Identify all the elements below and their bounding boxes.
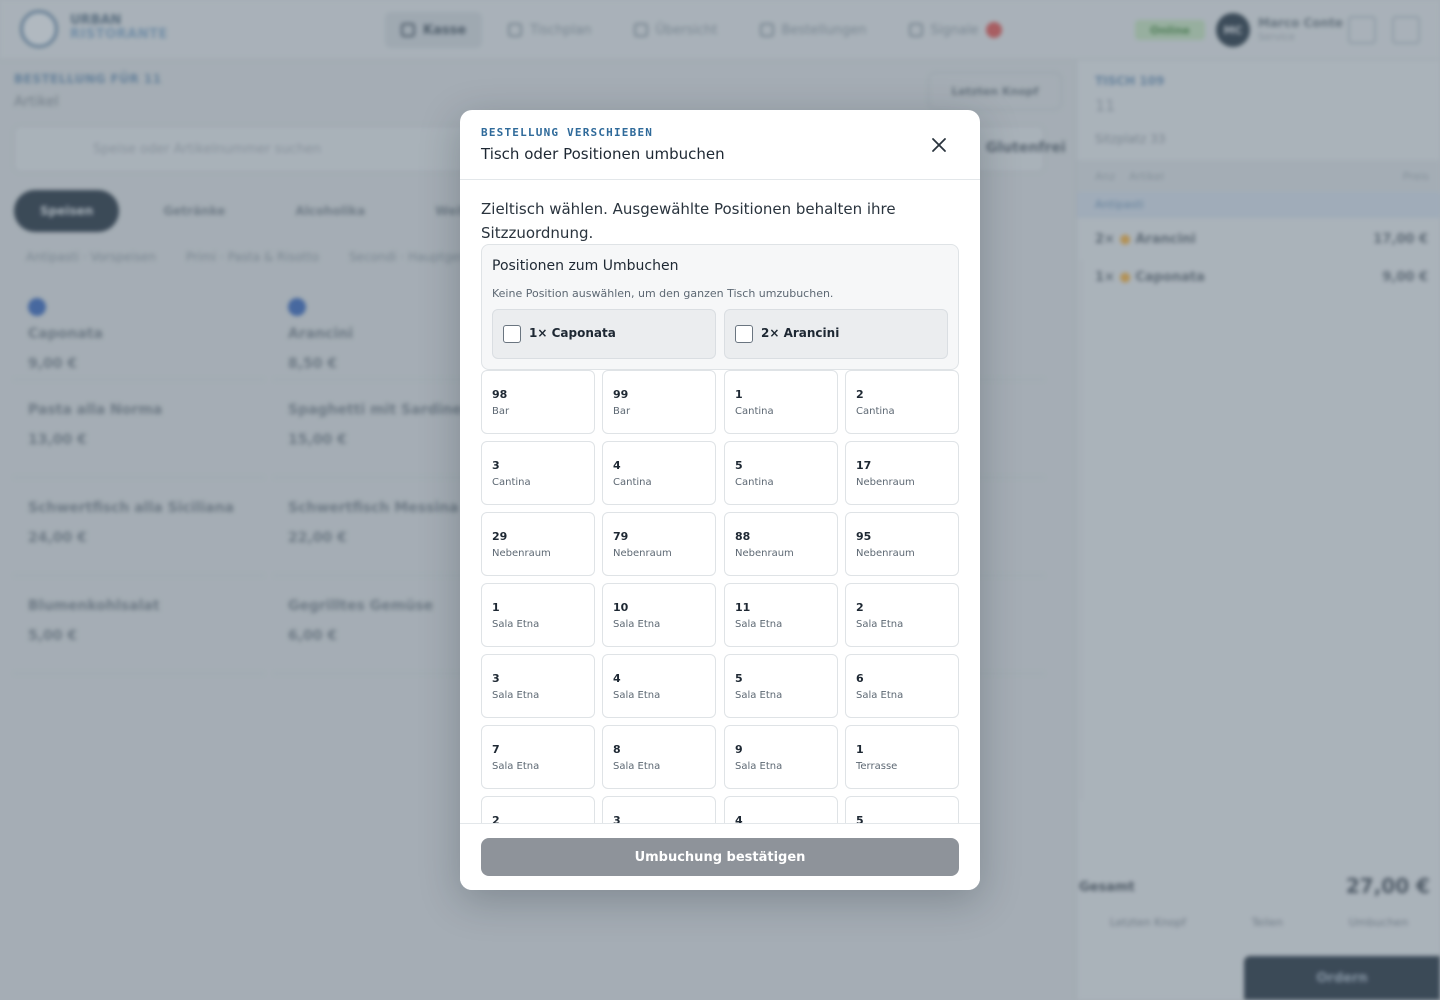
table-option[interactable]: 5 Cantina xyxy=(724,441,838,505)
dialog-title: Tisch oder Positionen umbuchen xyxy=(481,145,725,163)
table-number: 5 xyxy=(856,814,864,823)
position-label: 1× Caponata xyxy=(529,326,616,340)
table-option[interactable]: 8 Sala Etna xyxy=(602,725,716,789)
positions-panel: Positionen zum Umbuchen Keine Position a… xyxy=(481,244,959,370)
table-room: Sala Etna xyxy=(492,761,540,772)
table-number: 8 xyxy=(613,743,621,756)
table-number: 5 xyxy=(735,672,743,685)
table-option[interactable]: 1 Cantina xyxy=(724,370,838,434)
checkbox[interactable] xyxy=(503,325,521,343)
positions-title: Positionen zum Umbuchen xyxy=(492,258,679,274)
table-option[interactable]: 3 Cantina xyxy=(481,441,595,505)
table-option[interactable]: 4 Cantina xyxy=(602,441,716,505)
table-room: Cantina xyxy=(735,477,774,488)
table-number: 4 xyxy=(613,459,621,472)
confirm-transfer-button[interactable]: Umbuchung bestätigen xyxy=(481,838,959,876)
table-room: Nebenraum xyxy=(613,548,672,559)
table-room: Nebenraum xyxy=(735,548,794,559)
table-option[interactable]: 2 Sala Etna xyxy=(845,583,959,647)
close-icon xyxy=(932,138,946,152)
table-option[interactable]: 10 Sala Etna xyxy=(602,583,716,647)
table-room: Bar xyxy=(613,406,631,417)
table-option[interactable]: 2Terrasse xyxy=(481,796,595,823)
table-room: Sala Etna xyxy=(492,690,540,701)
table-number: 17 xyxy=(856,459,872,472)
table-room: Nebenraum xyxy=(856,548,915,559)
table-number: 79 xyxy=(613,530,629,543)
table-number: 98 xyxy=(492,388,508,401)
table-option[interactable]: 3Terrasse xyxy=(602,796,716,823)
table-option[interactable]: 3 Sala Etna xyxy=(481,654,595,718)
table-room: Sala Etna xyxy=(856,690,904,701)
dialog-intro: Zieltisch wählen. Ausgewählte Positionen… xyxy=(481,200,896,242)
table-number: 5 xyxy=(735,459,743,472)
table-room: Sala Etna xyxy=(735,690,783,701)
table-room: Cantina xyxy=(856,406,895,417)
table-number: 6 xyxy=(856,672,864,685)
dialog-header: BESTELLUNG VERSCHIEBEN Tisch oder Positi… xyxy=(460,110,980,180)
table-number: 1 xyxy=(492,601,500,614)
table-option[interactable]: 95 Nebenraum xyxy=(845,512,959,576)
table-room: Nebenraum xyxy=(856,477,915,488)
table-option[interactable]: 4Terrasse xyxy=(724,796,838,823)
table-option[interactable]: 2 Cantina xyxy=(845,370,959,434)
table-room: Terrasse xyxy=(856,761,898,772)
table-room: Sala Etna xyxy=(492,619,540,630)
table-room: Sala Etna xyxy=(856,619,904,630)
table-room: Nebenraum xyxy=(492,548,551,559)
table-room: Bar xyxy=(492,406,510,417)
position-label: 2× Arancini xyxy=(761,326,840,340)
table-option[interactable]: 5 Sala Etna xyxy=(724,654,838,718)
table-room: Sala Etna xyxy=(735,619,783,630)
table-room: Cantina xyxy=(735,406,774,417)
table-number: 11 xyxy=(735,601,751,614)
table-room: Sala Etna xyxy=(735,761,783,772)
table-number: 9 xyxy=(735,743,743,756)
table-option[interactable]: 4 Sala Etna xyxy=(602,654,716,718)
table-number: 3 xyxy=(613,814,621,823)
table-number: 4 xyxy=(735,814,743,823)
table-room: Cantina xyxy=(613,477,652,488)
table-option[interactable]: 1 Terrasse xyxy=(845,725,959,789)
table-room: Cantina xyxy=(492,477,531,488)
position-option-arancini[interactable]: 2× Arancini xyxy=(724,309,948,359)
table-number: 88 xyxy=(735,530,751,543)
table-room: Sala Etna xyxy=(613,690,661,701)
table-option[interactable]: 88 Nebenraum xyxy=(724,512,838,576)
table-number: 29 xyxy=(492,530,508,543)
table-option[interactable]: 29 Nebenraum xyxy=(481,512,595,576)
table-number: 10 xyxy=(613,601,629,614)
dialog-footer: Umbuchung bestätigen xyxy=(460,823,980,890)
table-number: 3 xyxy=(492,459,500,472)
table-option[interactable]: 6 Sala Etna xyxy=(845,654,959,718)
close-button[interactable] xyxy=(926,132,952,158)
dialog-body[interactable]: Zieltisch wählen. Ausgewählte Positionen… xyxy=(460,181,980,823)
table-room: Sala Etna xyxy=(613,761,661,772)
table-number: 3 xyxy=(492,672,500,685)
table-option[interactable]: 5Terrasse xyxy=(845,796,959,823)
table-option[interactable]: 1 Sala Etna xyxy=(481,583,595,647)
table-option[interactable]: 17 Nebenraum xyxy=(845,441,959,505)
table-number: 99 xyxy=(613,388,629,401)
table-option[interactable]: 98 Bar xyxy=(481,370,595,434)
checkbox[interactable] xyxy=(735,325,753,343)
table-number: 2 xyxy=(856,388,864,401)
table-number: 1 xyxy=(856,743,864,756)
table-option[interactable]: 79 Nebenraum xyxy=(602,512,716,576)
positions-hint: Keine Position auswählen, um den ganzen … xyxy=(492,287,834,300)
transfer-dialog: BESTELLUNG VERSCHIEBEN Tisch oder Positi… xyxy=(460,110,980,890)
table-number: 7 xyxy=(492,743,500,756)
table-number: 4 xyxy=(613,672,621,685)
table-number: 1 xyxy=(735,388,743,401)
dialog-eyebrow: BESTELLUNG VERSCHIEBEN xyxy=(481,126,654,139)
table-option[interactable]: 9 Sala Etna xyxy=(724,725,838,789)
table-option[interactable]: 99 Bar xyxy=(602,370,716,434)
table-number: 95 xyxy=(856,530,872,543)
table-number: 2 xyxy=(856,601,864,614)
table-option[interactable]: 11 Sala Etna xyxy=(724,583,838,647)
table-room: Sala Etna xyxy=(613,619,661,630)
table-option[interactable]: 7 Sala Etna xyxy=(481,725,595,789)
table-number: 2 xyxy=(492,814,500,823)
position-option-caponata[interactable]: 1× Caponata xyxy=(492,309,716,359)
